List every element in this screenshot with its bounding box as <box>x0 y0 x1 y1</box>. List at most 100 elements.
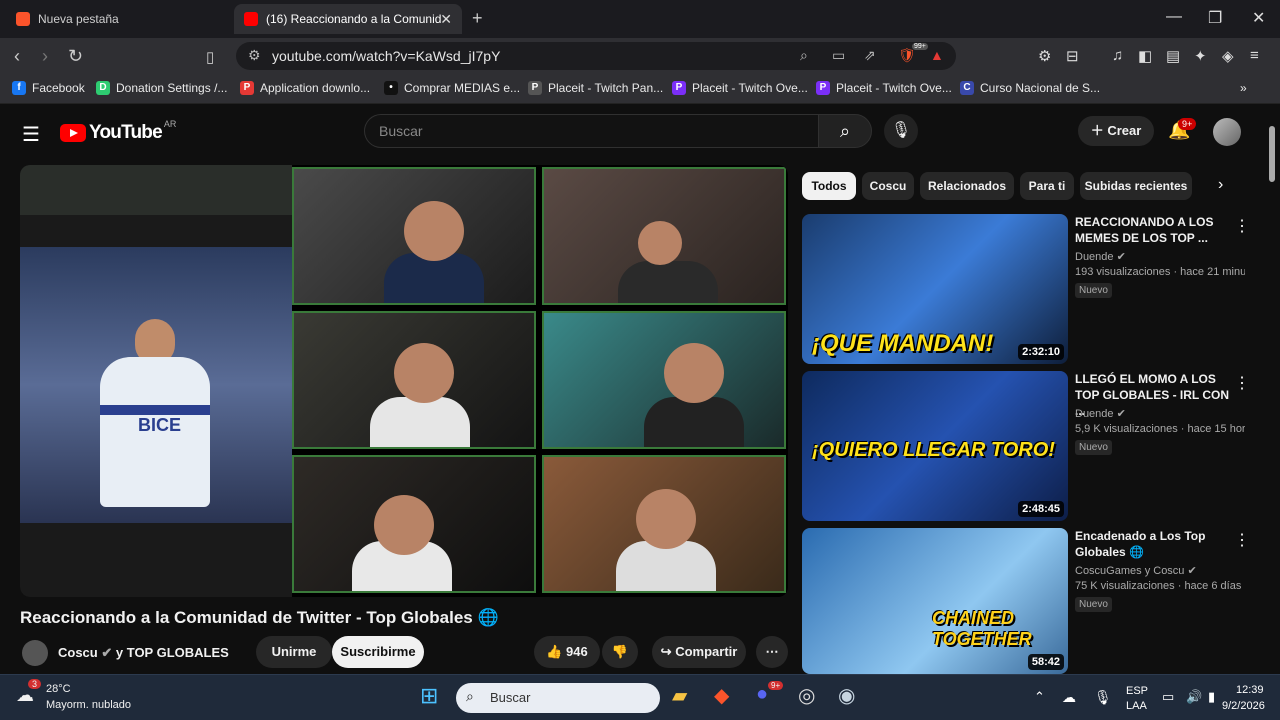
discord-icon[interactable]: ● <box>756 683 768 706</box>
bookmark-item[interactable]: D Donation Settings /... <box>96 81 227 95</box>
recommendation-item[interactable]: ¡QUE MANDAN! 2:32:10 REACCIONANDO A LOS … <box>802 214 1262 364</box>
bookmark-label: Placeit - Twitch Pan... <box>548 81 664 95</box>
new-tab-button[interactable]: + <box>472 8 483 29</box>
voice-search-button[interactable]: 🎙 <box>884 114 918 148</box>
cast-icon[interactable]: ▭ <box>832 47 845 64</box>
recommendation-title[interactable]: Encadenado a Los Top Globales 🌐 <box>1075 528 1235 560</box>
video-player[interactable]: BICE <box>20 165 788 597</box>
channel-name[interactable]: Coscu ✔ y TOP GLOBALES <box>58 645 229 661</box>
verified-icon: ✔ <box>1116 408 1126 420</box>
chevron-right-icon[interactable]: › <box>1218 176 1223 194</box>
recommendation-channel[interactable]: Duende ✔ <box>1075 407 1126 420</box>
mic-tray-icon[interactable]: 🎙 <box>1094 689 1112 706</box>
youtube-logo[interactable]: YouTube AR <box>60 119 176 144</box>
back-icon[interactable]: ‹ <box>14 46 20 67</box>
vpn-icon[interactable]: ◈ <box>1222 47 1234 65</box>
music-icon[interactable]: ♫ <box>1112 47 1123 64</box>
share-arrow-icon: ↪ <box>660 644 672 659</box>
address-bar[interactable]: ⚙ youtube.com/watch?v=KaWsd_jI7pY ⌕ ▭ ⇗ … <box>236 42 956 70</box>
onedrive-icon[interactable]: ☁ <box>1062 689 1076 706</box>
join-button[interactable]: Unirme <box>256 636 332 668</box>
weather-widget[interactable]: ☁ 3 28°C Mayorm. nublado <box>16 679 146 715</box>
user-avatar[interactable] <box>1213 118 1241 146</box>
menu-icon[interactable]: ≡ <box>1250 47 1259 64</box>
chip-label: Subidas recientes <box>1084 179 1188 193</box>
thumbs-down-icon: 👎 <box>611 644 629 659</box>
leo-icon[interactable]: ✦ <box>1194 47 1207 65</box>
jersey-text: BICE <box>138 415 182 435</box>
bookmark-item[interactable]: P Application downlo... <box>240 81 370 95</box>
bookmark-item[interactable]: P Placeit - Twitch Ove... <box>672 81 808 95</box>
recommendation-channel[interactable]: CoscuGames y Coscu ✔ <box>1075 564 1197 577</box>
bookmark-item[interactable]: P Placeit - Twitch Pan... <box>528 81 663 95</box>
bookmark-icon[interactable]: ▯ <box>206 48 214 66</box>
chip-relacionados[interactable]: Relacionados <box>920 172 1014 200</box>
recommendation-item[interactable]: ¡QUIERO LLEGAR TORO! 2:48:45 LLEGÓ EL MO… <box>802 371 1262 521</box>
bookmark-item[interactable]: C Curso Nacional de S... <box>960 81 1100 95</box>
search-input[interactable]: Buscar <box>364 114 818 148</box>
more-bookmarks-icon[interactable]: » <box>1240 81 1247 95</box>
tab-label: Nueva pestaña <box>38 12 119 26</box>
channel-avatar[interactable] <box>22 640 48 666</box>
brave-rewards-icon[interactable]: ▲ <box>930 47 944 63</box>
maximize-icon[interactable]: ❐ <box>1208 8 1222 28</box>
more-vert-icon[interactable]: ⋮ <box>1234 216 1250 236</box>
more-vert-icon[interactable]: ⋮ <box>1234 530 1250 550</box>
battery-icon[interactable]: ▮ <box>1208 689 1215 705</box>
chip-coscu[interactable]: Coscu <box>862 172 914 200</box>
weather-badge: 3 <box>28 679 42 689</box>
share-icon[interactable]: ⇗ <box>864 47 876 64</box>
close-tab-icon[interactable]: ✕ <box>440 11 452 28</box>
site-info-icon[interactable]: ⚙ <box>248 47 261 64</box>
bookmark-item[interactable]: f Facebook <box>12 81 85 95</box>
chip-para-ti[interactable]: Para ti <box>1020 172 1074 200</box>
hamburger-menu-icon[interactable]: ☰ <box>22 122 40 147</box>
recommendation-channel[interactable]: Duende ✔ <box>1075 250 1126 263</box>
video-thumbnail[interactable]: ¡QUIERO LLEGAR TORO! 2:48:45 <box>802 371 1068 521</box>
chip-todos[interactable]: Todos <box>802 172 856 200</box>
create-button[interactable]: ＋ Crear <box>1078 116 1154 146</box>
network-icon[interactable]: ▭ <box>1162 689 1174 705</box>
taskbar-search[interactable]: ⌕ Buscar <box>456 683 660 713</box>
search-button[interactable]: ⌕ <box>818 114 872 148</box>
chip-label: Todos <box>811 179 847 193</box>
volume-icon[interactable]: 🔊 <box>1186 689 1202 705</box>
minimize-icon[interactable]: — <box>1166 8 1182 26</box>
join-label: Unirme <box>271 644 317 659</box>
brave-taskbar-icon[interactable]: ◆ <box>714 683 729 708</box>
forward-icon[interactable]: › <box>42 46 48 67</box>
chevron-up-icon[interactable]: ⌃ <box>1034 689 1045 705</box>
more-actions-button[interactable]: ⋯ <box>756 636 788 668</box>
tab-new-tab[interactable]: Nueva pestaña <box>8 4 228 34</box>
recommendation-title[interactable]: REACCIONANDO A LOS MEMES DE LOS TOP ... <box>1075 214 1235 246</box>
recommendation-item[interactable]: CHAINED TOGETHER 58:42 Encadenado a Los … <box>802 528 1262 674</box>
clock-time[interactable]: 12:39 <box>1236 684 1264 696</box>
subscribe-button[interactable]: Suscribirme <box>332 636 424 668</box>
reader-icon[interactable]: ⊟ <box>1066 47 1079 65</box>
like-button[interactable]: 👍 946 <box>534 636 600 668</box>
file-explorer-icon[interactable]: ▰ <box>672 683 687 708</box>
share-button[interactable]: ↪ Compartir <box>652 636 746 668</box>
language-indicator[interactable]: ESP <box>1126 685 1148 697</box>
windows-start-icon[interactable]: ⊞ <box>420 683 438 709</box>
bookmark-item[interactable]: • Comprar MEDIAS e... <box>384 81 520 95</box>
extensions-icon[interactable]: ⚙ <box>1038 47 1051 65</box>
wallet-icon[interactable]: ▤ <box>1166 47 1180 65</box>
dislike-button[interactable]: 👎 <box>602 636 638 668</box>
tab-youtube[interactable]: (16) Reaccionando a la Comunid ✕ <box>234 4 462 34</box>
steam-icon[interactable]: ◉ <box>838 683 855 708</box>
reload-icon[interactable]: ↻ <box>68 46 83 67</box>
chip-subidas-recientes[interactable]: Subidas recientes <box>1080 172 1192 200</box>
app-icon[interactable]: ◎ <box>798 683 815 708</box>
clock-date[interactable]: 9/2/2026 <box>1222 700 1265 712</box>
bookmark-item[interactable]: P Placeit - Twitch Ove... <box>816 81 952 95</box>
stream-cell <box>542 455 786 593</box>
more-vert-icon[interactable]: ⋮ <box>1234 373 1250 393</box>
scrollbar-thumb[interactable] <box>1269 126 1275 182</box>
sidebar-icon[interactable]: ◧ <box>1138 47 1152 65</box>
zoom-icon[interactable]: ⌕ <box>800 47 808 64</box>
video-thumbnail[interactable]: CHAINED TOGETHER 58:42 <box>802 528 1068 674</box>
page-scrollbar[interactable] <box>1268 120 1276 676</box>
close-window-icon[interactable]: ✕ <box>1252 8 1265 28</box>
video-thumbnail[interactable]: ¡QUE MANDAN! 2:32:10 <box>802 214 1068 364</box>
